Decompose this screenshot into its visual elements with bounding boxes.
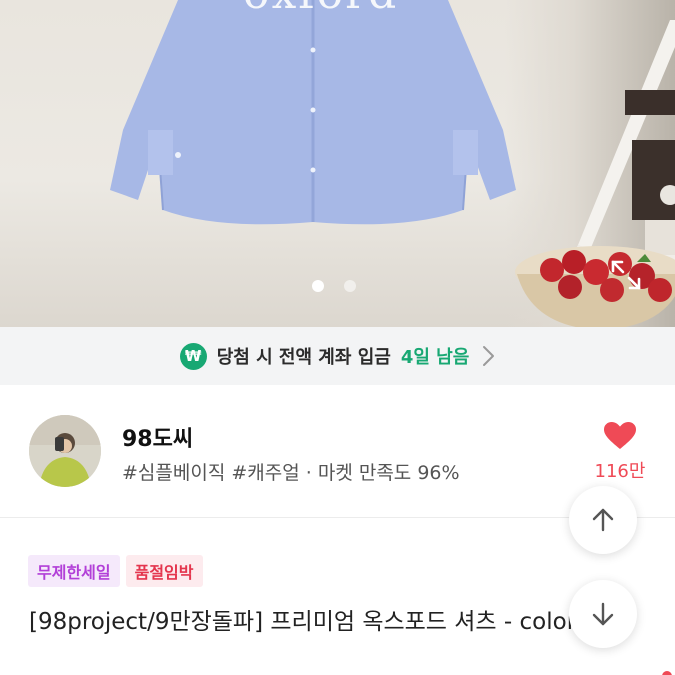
seller-name[interactable]: 98도씨 [122, 421, 193, 453]
carousel-dot-2[interactable] [344, 280, 356, 292]
scroll-down-button[interactable] [569, 580, 637, 648]
promo-banner[interactable]: ₩ 당첨 시 전액 계좌 입금 4일 남음 [0, 327, 675, 385]
seller-row[interactable]: 98도씨 #심플베이직 #캐주얼 · 마켓 만족도 96% 116만 [0, 385, 675, 515]
shirt-image [110, 0, 516, 225]
promo-text: 당첨 시 전액 계좌 입금 [216, 347, 391, 368]
shirt-print-text: oxford [243, 0, 398, 19]
like-count: 116만 [594, 461, 646, 482]
arrow-up-icon [592, 508, 614, 532]
heart-icon[interactable] [604, 422, 636, 450]
badge-list: 무제한세일 품절임박 [28, 555, 203, 587]
seller-tags: #심플베이직 #캐주얼 · 마켓 만족도 96% [122, 462, 460, 484]
expand-icon[interactable] [609, 258, 643, 292]
avatar[interactable] [29, 415, 101, 487]
badge-unlimited-sale: 무제한세일 [28, 555, 120, 587]
product-image-carousel[interactable]: oxford [0, 0, 675, 327]
chevron-right-icon [483, 346, 495, 366]
notification-dot [662, 671, 672, 675]
shelf-image [570, 20, 675, 265]
badge-almost-sold-out: 품절임박 [125, 555, 203, 587]
promo-days-left: 4일 남음 [400, 347, 470, 368]
won-icon: ₩ [179, 342, 207, 370]
carousel-dot-1[interactable] [312, 280, 324, 292]
product-title: [98project/9만장돌파] 프리미엄 옥스포드 셔츠 - color [29, 609, 577, 635]
strawberry-bowl-image [515, 246, 675, 327]
scroll-up-button[interactable] [569, 486, 637, 554]
carousel-dots [312, 280, 356, 292]
arrow-down-icon [592, 602, 614, 626]
